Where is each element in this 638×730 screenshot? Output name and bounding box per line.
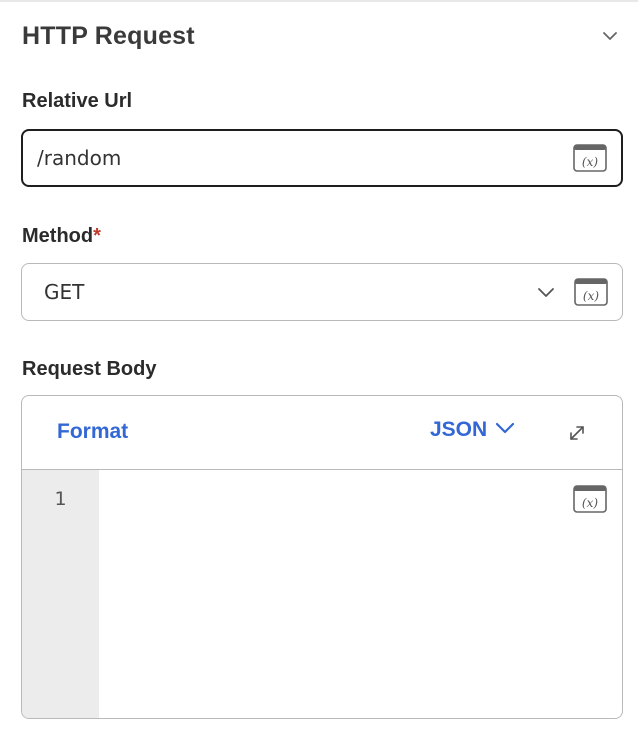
format-select[interactable]: JSON — [430, 418, 515, 442]
request-body-label: Request Body — [22, 358, 157, 380]
chevron-down-icon[interactable] — [536, 282, 556, 302]
chevron-down-icon[interactable] — [495, 421, 515, 440]
method-select[interactable]: GET (x) — [21, 263, 623, 321]
method-label: Method* — [22, 225, 101, 248]
relative-url-label: Relative Url — [22, 90, 133, 112]
svg-text:(x): (x) — [582, 496, 598, 510]
svg-text:(x): (x) — [583, 289, 599, 303]
svg-text:(x): (x) — [582, 155, 598, 169]
required-star: * — [93, 225, 101, 247]
relative-url-input[interactable]: /random (x) — [21, 129, 623, 187]
section-title: HTTP Request — [22, 21, 195, 50]
variable-x-icon[interactable]: (x) — [573, 144, 607, 172]
editor-toolbar: Format JSON — [22, 396, 622, 470]
method-label-text: Method — [22, 225, 94, 247]
format-value[interactable]: JSON — [430, 418, 487, 442]
request-body-editor[interactable]: Format JSON 1 (x) — [21, 395, 623, 719]
method-value[interactable]: GET — [44, 280, 84, 304]
relative-url-value[interactable]: /random — [37, 146, 121, 170]
line-number-gutter: 1 — [22, 470, 99, 718]
top-divider — [0, 0, 638, 2]
chevron-down-icon[interactable] — [598, 24, 622, 48]
code-input-area[interactable] — [99, 470, 622, 718]
variable-x-icon[interactable]: (x) — [573, 485, 607, 513]
section-header[interactable]: HTTP Request — [22, 18, 622, 54]
expand-arrows-icon[interactable] — [566, 422, 588, 444]
variable-x-icon[interactable]: (x) — [574, 278, 608, 306]
line-number: 1 — [54, 488, 67, 510]
format-label: Format — [57, 420, 129, 443]
